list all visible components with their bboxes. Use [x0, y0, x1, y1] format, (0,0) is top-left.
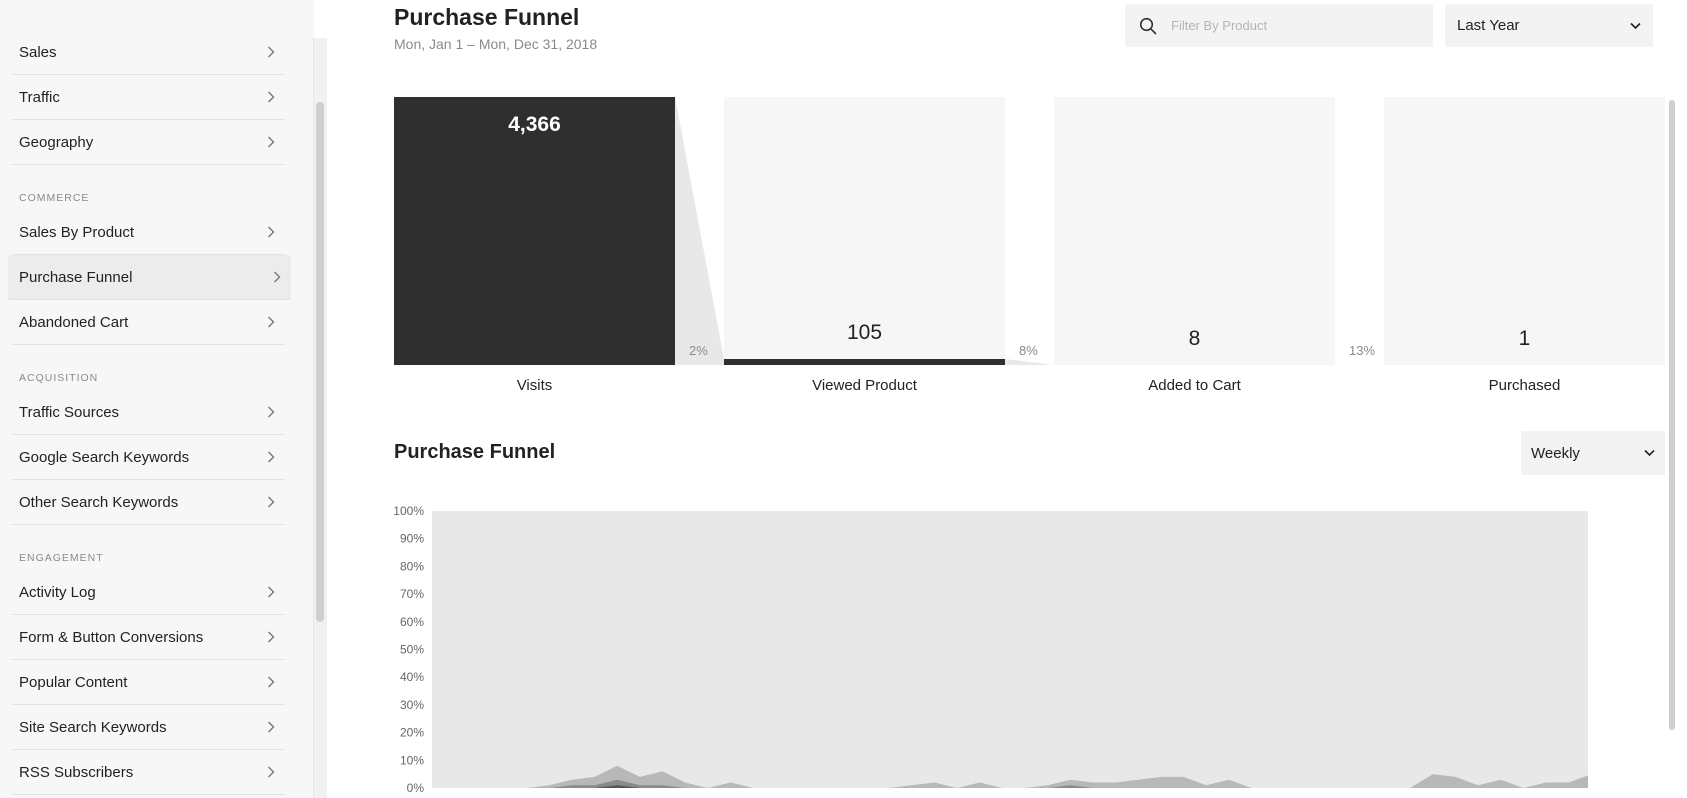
main-scrollbar[interactable] [1669, 100, 1675, 730]
sidebar-item-activity-log[interactable]: Activity Log [12, 570, 285, 615]
date-range: Mon, Jan 1 – Mon, Dec 31, 2018 [394, 36, 598, 52]
funnel-count: 8 [1188, 327, 1201, 350]
sidebar-item-label: Abandoned Cart [19, 313, 129, 331]
sidebar-item-purchase-funnel[interactable]: Purchase Funnel [8, 255, 291, 300]
y-tick-label: 50% [400, 643, 424, 657]
funnel-bar [724, 359, 1005, 365]
chevron-right-icon [261, 42, 281, 62]
funnel-stage-name: Purchased [1488, 377, 1561, 394]
y-tick-label: 60% [400, 615, 424, 629]
filter-by-product-input[interactable] [1171, 18, 1421, 33]
chevron-down-icon [1644, 449, 1655, 457]
y-tick-label: 100% [393, 504, 424, 518]
sidebar-section-heading: COMMERCE [19, 192, 90, 204]
sidebar-item-label: Form & Button Conversions [19, 628, 204, 646]
sidebar-item-label: Traffic [19, 88, 60, 106]
sidebar-item-sales-by-product[interactable]: Sales By Product [12, 210, 285, 255]
sidebar-item-form-and-button-conversions[interactable]: Form & Button Conversions [12, 615, 285, 660]
chevron-right-icon [261, 717, 281, 737]
chevron-right-icon [261, 132, 281, 152]
page-title: Purchase Funnel [394, 4, 580, 30]
chevron-right-icon [261, 402, 281, 422]
sidebar-item-label: Purchase Funnel [19, 268, 133, 286]
sidebar-item-popular-content[interactable]: Popular Content [12, 660, 285, 705]
funnel-stage: 4,366 [394, 97, 675, 365]
chevron-right-icon [261, 627, 281, 647]
funnel-connector [675, 97, 724, 365]
sidebar-item-abandoned-cart[interactable]: Abandoned Cart [12, 300, 285, 345]
funnel-connector-shape [1005, 359, 1054, 365]
y-tick-label: 40% [400, 670, 424, 684]
funnel-count: 105 [846, 321, 883, 344]
y-tick-label: 10% [400, 753, 424, 767]
sidebar-item-traffic[interactable]: Traffic [12, 75, 285, 120]
sidebar-item-label: Traffic Sources [19, 403, 120, 421]
funnel-stage: 1 [1384, 97, 1665, 365]
sidebar-item-traffic-sources[interactable]: Traffic Sources [12, 390, 285, 435]
chevron-right-icon [267, 267, 287, 287]
date-range-select-value: Last Year [1457, 17, 1520, 34]
chevron-right-icon [261, 447, 281, 467]
y-tick-label: 80% [400, 559, 424, 573]
date-range-select[interactable]: Last Year [1445, 4, 1653, 47]
funnel-count: 1 [1518, 327, 1531, 350]
chevron-right-icon [261, 492, 281, 512]
funnel-connector [1335, 97, 1384, 365]
sidebar-item-label: Sales By Product [19, 223, 135, 241]
purchase-funnel-chart: 0% 10% 20% 30% 40% 50% 60% 70% 80% 90% 100% [393, 504, 1588, 795]
sidebar-nav: Sales Traffic Geography COMMERCE Sales By Pr… [0, 30, 314, 795]
chevron-right-icon [261, 87, 281, 107]
chevron-right-icon [261, 222, 281, 242]
funnel-bar [394, 97, 675, 365]
sidebar-item-other-search-keywords[interactable]: Other Search Keywords [12, 480, 285, 525]
interval-select[interactable]: Weekly [1521, 431, 1665, 475]
funnel-stage-name: Viewed Product [812, 377, 917, 394]
search-icon [1139, 17, 1157, 34]
sidebar-item-google-search-keywords[interactable]: Google Search Keywords [12, 435, 285, 480]
chevron-right-icon [261, 762, 281, 782]
chevron-right-icon [261, 672, 281, 692]
funnel-count: 4,366 [508, 113, 561, 136]
chevron-right-icon [261, 312, 281, 332]
sidebar-item-label: Other Search Keywords [19, 493, 179, 511]
funnel-conversion-rate: 8% [1019, 343, 1038, 358]
sidebar: Sales Traffic Geography COMMERCE Sales By Pr… [0, 0, 314, 798]
sidebar-item-label: Google Search Keywords [19, 448, 190, 466]
funnel-connector [1005, 359, 1054, 365]
y-tick-label: 30% [400, 698, 424, 712]
funnel-stage: 105 [724, 97, 1005, 365]
sidebar-item-label: Site Search Keywords [19, 718, 167, 736]
funnel-connector-shape [675, 97, 724, 365]
sidebar-item-geography[interactable]: Geography [12, 120, 285, 165]
funnel-stage: 8 [1054, 97, 1335, 365]
funnel-conversion-rate: 2% [689, 343, 708, 358]
sidebar-section-heading: ENGAGEMENT [19, 552, 104, 564]
main-content: Purchase Funnel Mon, Jan 1 – Mon, Dec 31… [328, 0, 1687, 798]
chart-plot-area [432, 511, 1588, 788]
sidebar-item-label: Activity Log [19, 583, 96, 601]
sidebar-item-label: Geography [19, 133, 94, 151]
sidebar-item-label: Popular Content [19, 673, 128, 691]
sidebar-item-label: RSS Subscribers [19, 763, 134, 781]
product-filter[interactable] [1125, 4, 1433, 47]
chevron-right-icon [261, 582, 281, 602]
sidebar-section-heading: ACQUISITION [19, 372, 99, 384]
y-tick-label: 90% [400, 532, 424, 546]
purchase-funnel: 4,366 Visits 105 Viewed Product 8 Added to Ca… [394, 97, 1684, 397]
funnel-stage-name: Visits [516, 377, 553, 394]
sidebar-item-sales[interactable]: Sales [12, 30, 285, 75]
sidebar-item-label: Sales [19, 43, 57, 61]
sidebar-scrollbar[interactable] [316, 102, 324, 622]
y-tick-label: 20% [400, 726, 424, 740]
sidebar-item-site-search-keywords[interactable]: Site Search Keywords [12, 705, 285, 750]
funnel-stage-name: Added to Cart [1148, 377, 1241, 394]
y-tick-label: 70% [400, 587, 424, 601]
interval-select-value: Weekly [1531, 444, 1580, 462]
chart-title: Purchase Funnel [394, 441, 556, 463]
y-tick-label: 0% [407, 781, 425, 795]
sidebar-item-rss-subscribers[interactable]: RSS Subscribers [12, 750, 285, 795]
funnel-conversion-rate: 13% [1349, 343, 1376, 358]
chevron-down-icon [1630, 22, 1641, 29]
